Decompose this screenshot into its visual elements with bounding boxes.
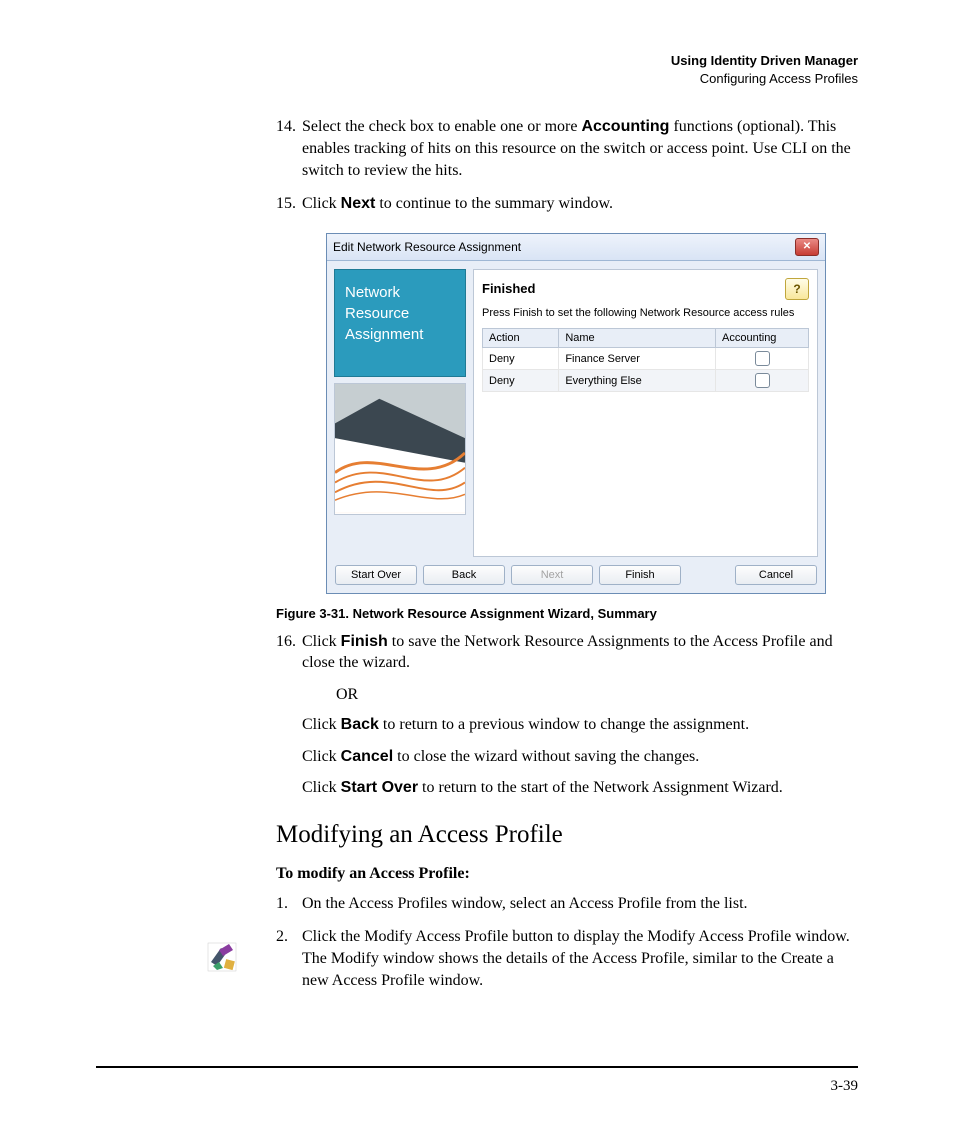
modify-intro: To modify an Access Profile: [276,865,858,883]
col-name: Name [559,329,716,348]
step16-cancel-line: Click Cancel to close the wizard without… [302,746,858,768]
header-subtitle: Configuring Access Profiles [96,70,858,88]
step14-text: Select the check box to enable one or mo… [302,116,858,181]
col-action: Action [483,329,559,348]
table-row: Deny Everything Else [483,370,809,392]
decorative-image [334,383,466,515]
modify-profile-icon [205,940,239,974]
step16-text: Click Finish to save the Network Resourc… [302,631,858,674]
wizard-panel-title: Network Resource Assignment [334,269,466,377]
col-accounting: Accounting [716,329,809,348]
checkbox-icon[interactable] [755,351,770,366]
page-number: 3-39 [831,1078,859,1094]
cancel-button[interactable]: Cancel [735,565,817,585]
table-row: Deny Finance Server [483,348,809,370]
mod2-text: Click the Modify Access Profile button t… [302,926,858,991]
close-icon[interactable]: ✕ [795,238,819,256]
section-heading: Modifying an Access Profile [276,821,858,849]
mod2-number: 2. [276,926,302,991]
step15-text: Click Next to continue to the summary wi… [302,193,858,215]
back-button[interactable]: Back [423,565,505,585]
help-icon[interactable]: ? [785,278,809,300]
step16-startover-line: Click Start Over to return to the start … [302,777,858,799]
step16-number: 16. [276,631,302,674]
or-text: OR [336,686,858,704]
finished-heading: Finished [482,281,535,296]
mod1-text: On the Access Profiles window, select an… [302,893,858,915]
dialog-description: Press Finish to set the following Networ… [482,306,809,320]
mod1-number: 1. [276,893,302,915]
figure-dialog: Edit Network Resource Assignment ✕ Netwo… [326,233,858,594]
finish-button[interactable]: Finish [599,565,681,585]
step15-number: 15. [276,193,302,215]
start-over-button[interactable]: Start Over [335,565,417,585]
step14-number: 14. [276,116,302,181]
figure-caption: Figure 3-31. Network Resource Assignment… [276,606,858,621]
step16-back-line: Click Back to return to a previous windo… [302,714,858,736]
dialog-title: Edit Network Resource Assignment [333,240,521,254]
next-button: Next [511,565,593,585]
checkbox-icon[interactable] [755,373,770,388]
rules-table: Action Name Accounting Deny Finance Serv… [482,328,809,392]
header-title: Using Identity Driven Manager [96,52,858,70]
